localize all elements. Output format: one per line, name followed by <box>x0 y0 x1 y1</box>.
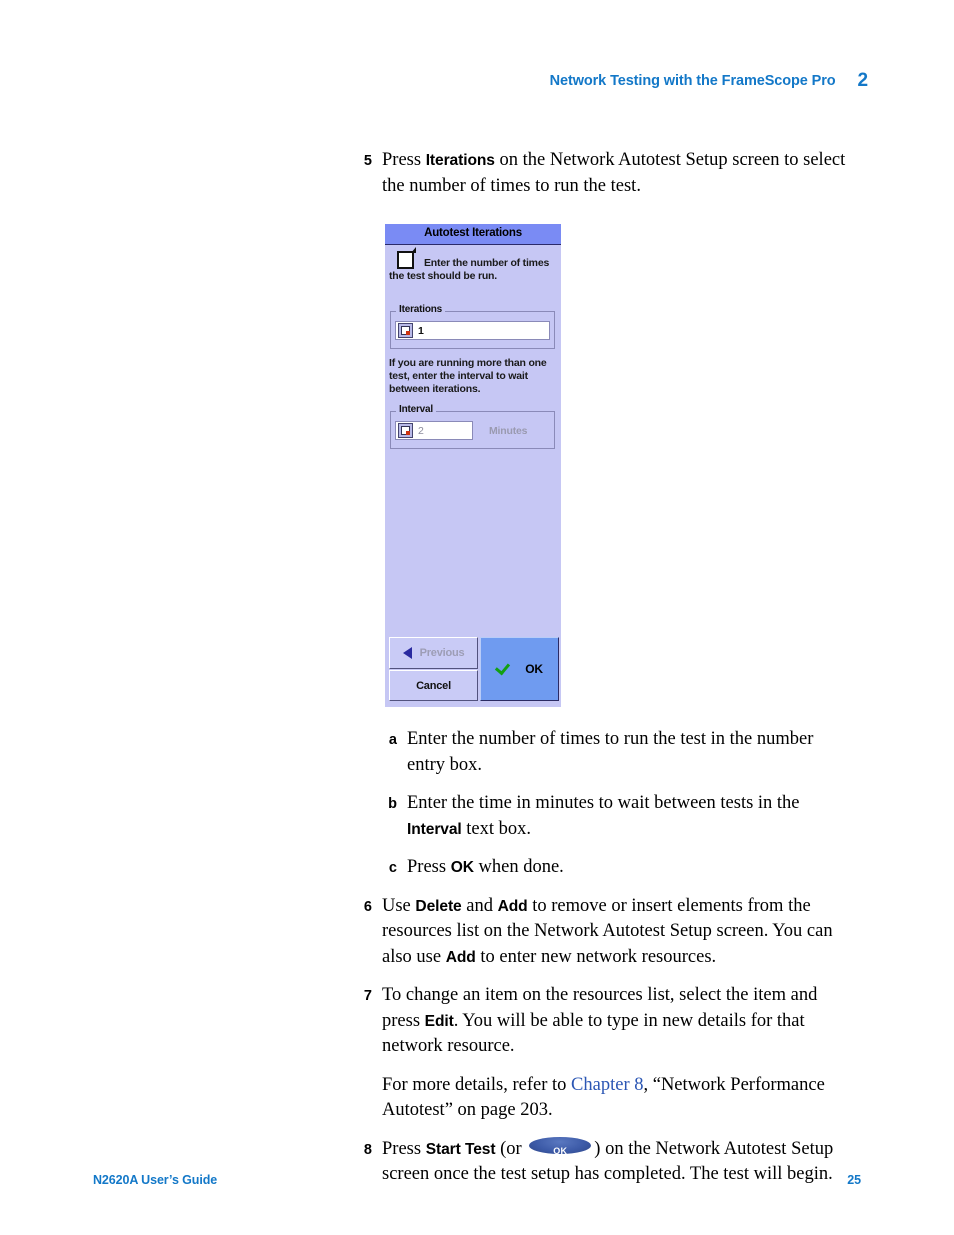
substep-b: b Enter the time in minutes to wait betw… <box>380 791 855 842</box>
step-6-bold-add-2: Add <box>445 948 476 966</box>
iterations-value: 1 <box>418 324 424 337</box>
footer-guide-title: N2620A User’s Guide <box>93 1173 218 1187</box>
previous-button[interactable]: Previous <box>389 637 478 669</box>
interval-field-row: 2 Minutes <box>395 421 550 440</box>
ok-button-label: OK <box>525 662 543 676</box>
step-7-bold-edit: Edit <box>424 1012 454 1030</box>
dialog-body: Enter the number of times the test shoul… <box>385 245 561 707</box>
step-5-bold-iterations: Iterations <box>425 152 495 169</box>
step-6-number: 6 <box>363 898 372 915</box>
step-8-number: 8 <box>363 1141 372 1158</box>
page-footer: N2620A User’s Guide 25 <box>93 1173 861 1187</box>
document-icon <box>397 247 416 269</box>
dialog-title-bar: Autotest Iterations <box>385 224 561 245</box>
checkmark-icon <box>495 659 511 675</box>
iterations-group-label: Iterations <box>396 304 446 315</box>
running-header-title: Network Testing with the FrameScope Pro <box>549 73 836 89</box>
substep-a: a Enter the number of times to run the t… <box>380 727 855 778</box>
interval-value: 2 <box>418 424 424 437</box>
iterations-group: Iterations 1 <box>390 304 555 349</box>
footer-page-number: 25 <box>847 1173 861 1187</box>
step-6: 6 Use Delete and Add to remove or insert… <box>355 894 855 971</box>
cancel-button[interactable]: Cancel <box>389 670 478 701</box>
previous-button-label: Previous <box>419 647 465 659</box>
note-text-part1: For more details, refer to <box>382 1074 572 1095</box>
substep-b-text-part1: Enter the time in minutes to wait betwee… <box>407 793 800 813</box>
running-header: Network Testing with the FrameScope Pro 2 <box>0 70 868 92</box>
step-6-text-part2: and <box>461 895 498 916</box>
step-8-text-part1: Press <box>382 1138 426 1159</box>
step-6-text-part4: to enter new network resources. <box>475 946 717 967</box>
step-5: 5 Press Iterations on the Network Autote… <box>355 148 855 199</box>
keypad-icon[interactable] <box>398 323 413 338</box>
cross-reference-note: For more details, refer to Chapter 8, “N… <box>355 1073 855 1124</box>
interval-group: Interval 2 Minutes <box>390 404 555 449</box>
substep-c-text-part1: Press <box>407 857 451 877</box>
interval-input[interactable]: 2 <box>395 421 473 440</box>
step-8-text-part2: (or <box>495 1138 527 1159</box>
iterations-input[interactable]: 1 <box>395 321 550 340</box>
substep-c-number: c <box>388 860 397 876</box>
step-6-bold-delete: Delete <box>415 897 462 915</box>
substep-b-number: b <box>388 796 397 812</box>
substep-b-bold-interval: Interval <box>407 820 462 838</box>
inline-ok-button-label: OK <box>553 1145 568 1156</box>
page-content-lower: a Enter the number of times to run the t… <box>355 727 855 1188</box>
cancel-button-label: Cancel <box>416 679 451 692</box>
dialog-instruction-row: Enter the number of times the test shoul… <box>385 245 561 283</box>
chapter-8-link[interactable]: Chapter 8 <box>571 1075 643 1095</box>
dialog-button-bar: Previous Cancel OK <box>389 637 559 701</box>
step-8-bold-start-test: Start Test <box>425 1140 496 1158</box>
step-5-text-part1: Press <box>382 150 426 170</box>
chapter-number: 2 <box>857 70 869 91</box>
interval-note: If you are running more than one test, e… <box>389 357 547 395</box>
step-5-number: 5 <box>363 153 372 169</box>
step-7-number: 7 <box>363 988 372 1004</box>
triangle-left-icon <box>402 647 412 659</box>
inline-ok-button-graphic: OK <box>529 1136 592 1156</box>
step-6-text-part1: Use <box>382 895 416 916</box>
autotest-iterations-dialog: Autotest Iterations Enter the number of … <box>384 224 561 707</box>
iterations-field-row: 1 <box>395 321 550 340</box>
interval-group-label: Interval <box>396 404 436 415</box>
interval-unit-label: Minutes <box>489 424 528 437</box>
ok-button[interactable]: OK <box>480 637 559 701</box>
step-6-bold-add-1: Add <box>497 897 528 915</box>
substep-c-text-part2: when done. <box>473 857 564 877</box>
substep-b-text-part2: text box. <box>461 818 532 839</box>
page-content: 5 Press Iterations on the Network Autote… <box>355 148 855 199</box>
substep-a-text: Enter the number of times to run the tes… <box>407 729 814 775</box>
step-7: 7 To change an item on the resources lis… <box>355 983 855 1060</box>
substep-a-number: a <box>388 732 397 748</box>
substep-c: c Press OK when done. <box>380 855 855 881</box>
substep-c-bold-ok: OK <box>450 859 474 876</box>
keypad-icon-interval[interactable] <box>398 423 413 438</box>
